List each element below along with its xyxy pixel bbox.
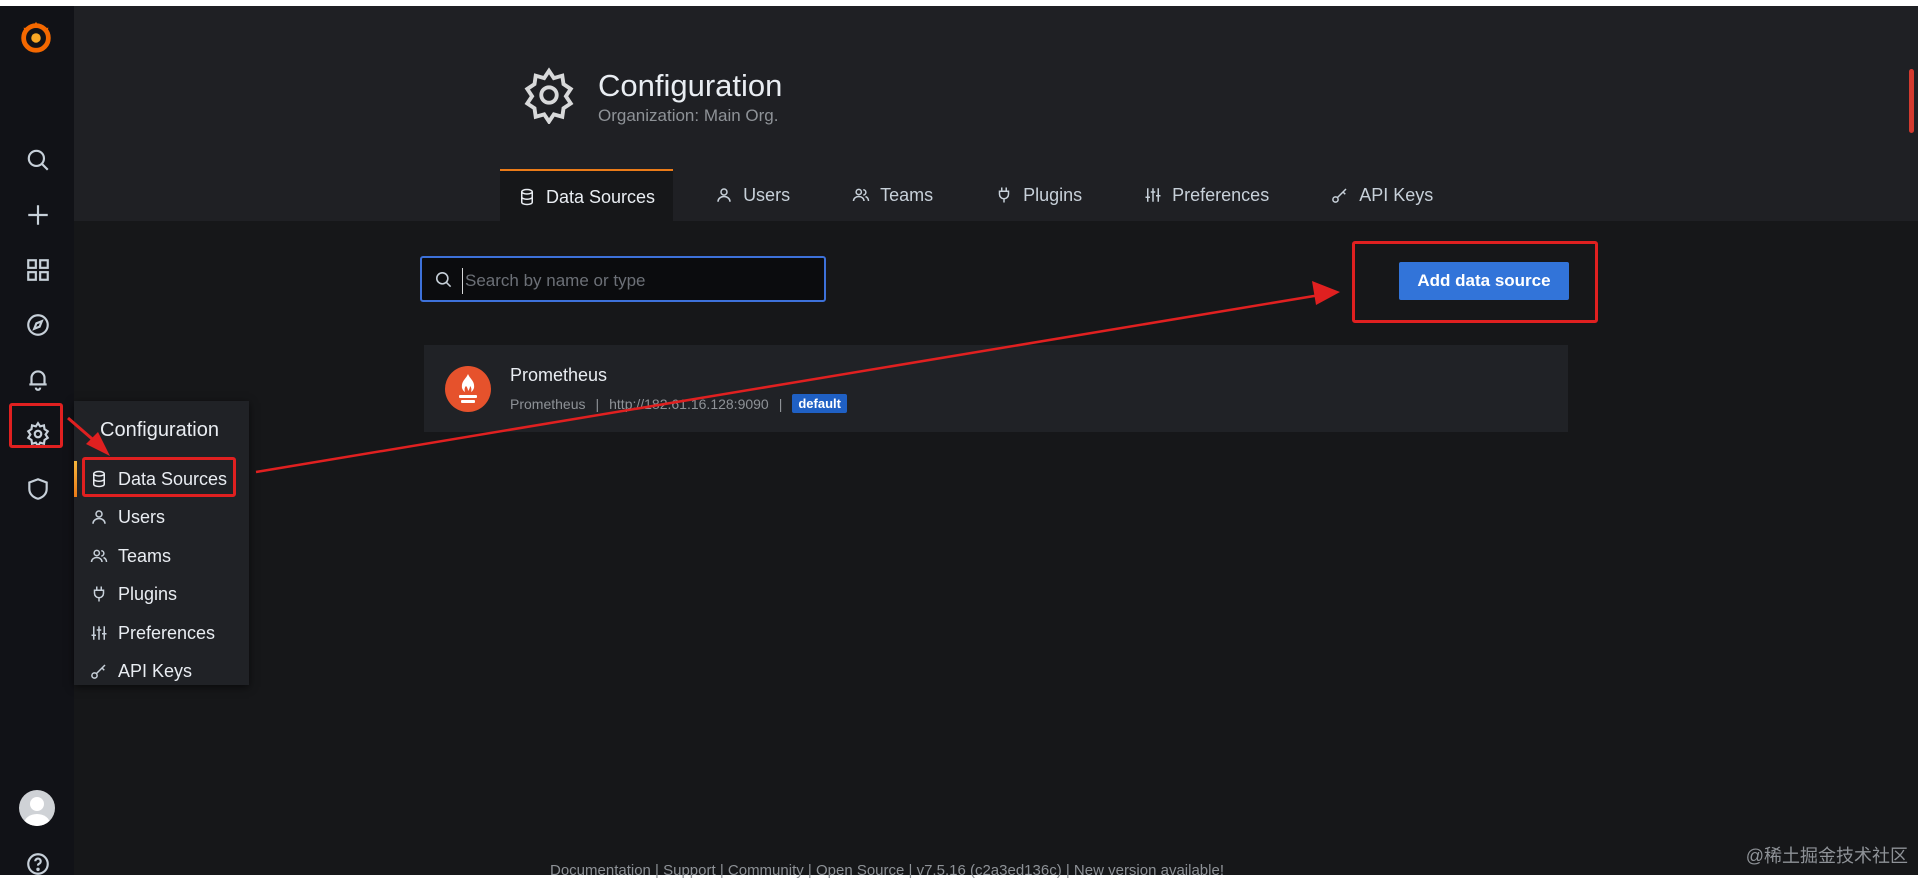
tab-label: Plugins [1023, 184, 1083, 205]
dropdown-item-users[interactable]: Users [90, 502, 165, 532]
dropdown-item-label: Plugins [118, 583, 178, 604]
tab-api-keys[interactable]: API Keys [1311, 169, 1453, 221]
datasource-url: http://182.61.16.128:9090 [609, 395, 769, 412]
datasource-meta: Prometheus | http://182.61.16.128:9090 |… [510, 394, 847, 413]
grafana-logo-icon[interactable] [17, 18, 55, 56]
watermark: @稀土掘金技术社区 [1745, 846, 1908, 866]
server-admin-shield-icon[interactable] [18, 469, 58, 509]
dropdown-item-label: Preferences [118, 622, 216, 643]
default-badge: default [792, 394, 847, 413]
configuration-dropdown: Configuration Data Sources Users Teams P… [74, 401, 249, 685]
grafana-app: Configuration Organization: Main Org. Da… [0, 6, 1918, 875]
search-box[interactable] [420, 256, 826, 302]
tab-teams[interactable]: Teams [832, 169, 953, 221]
tab-data-sources[interactable]: Data Sources [500, 169, 674, 223]
page-subtitle: Organization: Main Org. [598, 106, 779, 125]
plus-icon[interactable] [18, 195, 58, 235]
dropdown-item-preferences[interactable]: Preferences [90, 618, 215, 648]
dropdown-item-label: Users [118, 506, 166, 527]
tab-preferences[interactable]: Preferences [1124, 169, 1289, 221]
dropdown-item-teams[interactable]: Teams [90, 541, 171, 571]
search-input[interactable] [462, 268, 817, 294]
avatar[interactable] [19, 790, 55, 826]
active-indicator [74, 461, 77, 497]
tab-users[interactable]: Users [695, 169, 810, 221]
tab-label: API Keys [1359, 184, 1434, 205]
page-header: Configuration Organization: Main Org. Da… [74, 6, 1918, 223]
prometheus-logo-icon [445, 366, 491, 412]
users-icon [852, 188, 870, 202]
separator: | [778, 395, 783, 412]
tab-label: Users [743, 184, 791, 205]
key-icon [91, 664, 106, 679]
page-title: Configuration [598, 68, 783, 103]
annotation-highlight-add-button [1352, 241, 1598, 323]
dropdown-item-label: API Keys [118, 660, 193, 681]
key-icon [1332, 188, 1347, 203]
tab-label: Preferences [1172, 184, 1270, 205]
dropdown-item-label: Teams [118, 545, 172, 566]
search-icon [435, 271, 452, 288]
datasource-type: Prometheus [510, 395, 586, 412]
help-icon[interactable] [18, 844, 58, 875]
user-icon [92, 510, 106, 524]
dashboards-icon[interactable] [18, 250, 58, 290]
search-icon[interactable] [18, 140, 58, 180]
separator: | [595, 395, 600, 412]
datasource-name: Prometheus [510, 365, 608, 385]
datasource-card[interactable]: Prometheus Prometheus | http://182.61.16… [424, 345, 1568, 432]
user-icon [717, 188, 731, 202]
gear-icon [524, 67, 574, 124]
plug-icon [998, 187, 1010, 203]
footer-links: Documentation | Support | Community | Op… [550, 862, 1224, 879]
dropdown-item-plugins[interactable]: Plugins [90, 579, 177, 609]
alerting-bell-icon[interactable] [18, 359, 58, 399]
explore-icon[interactable] [18, 305, 58, 345]
config-tabs: Data Sources Users Teams Plugins Prefere… [500, 169, 1453, 223]
scrollbar[interactable] [1909, 69, 1914, 133]
sliders-icon [1145, 188, 1161, 202]
annotation-highlight-gear [9, 403, 63, 448]
dropdown-title[interactable]: Configuration [100, 419, 219, 442]
tab-label: Teams [880, 184, 934, 205]
dropdown-item-api-keys[interactable]: API Keys [90, 656, 192, 686]
plug-icon [93, 586, 105, 602]
tab-label: Data Sources [546, 186, 656, 207]
database-icon [521, 188, 533, 206]
annotation-highlight-data-sources [82, 457, 236, 497]
users-icon [90, 549, 108, 563]
sliders-icon [91, 626, 107, 640]
tab-plugins[interactable]: Plugins [975, 169, 1102, 221]
